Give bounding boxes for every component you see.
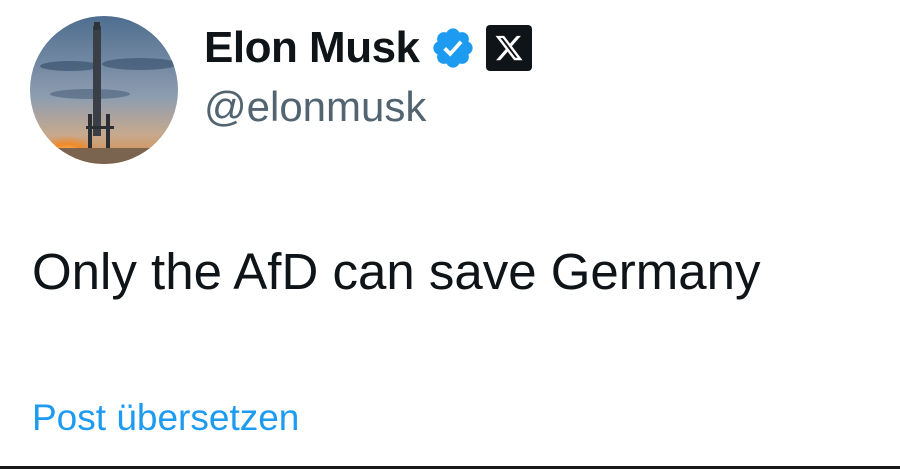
- post-text: Only the AfD can save Germany: [32, 243, 761, 300]
- avatar[interactable]: [30, 16, 178, 164]
- verified-badge-icon[interactable]: [430, 25, 476, 71]
- avatar-rocket-launch-image: [30, 16, 178, 164]
- author-name-row: Elon Musk: [204, 20, 532, 76]
- author-display-name[interactable]: Elon Musk: [204, 26, 420, 70]
- author-handle[interactable]: @elonmusk: [204, 86, 426, 128]
- translate-post-link[interactable]: Post übersetzen: [32, 397, 299, 439]
- x-logo-icon[interactable]: [485, 25, 532, 71]
